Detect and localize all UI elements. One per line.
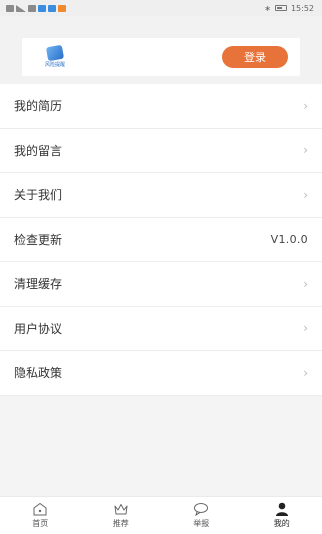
chevron-right-icon: › — [303, 143, 308, 158]
tab-label: 举报 — [193, 519, 210, 528]
tab-label: 首页 — [32, 519, 49, 528]
home-icon — [32, 502, 48, 516]
bottom-tab-bar: 首页 推荐 举报 我的 — [0, 496, 322, 534]
menu-item-label: 隐私政策 — [14, 366, 63, 381]
chevron-right-icon: › — [303, 98, 308, 113]
tab-mine[interactable]: 我的 — [252, 502, 312, 529]
login-card: 风险提醒 登录 — [22, 38, 300, 76]
login-button[interactable]: 登录 — [222, 46, 288, 68]
status-icons-right: ∗ 15:52 — [264, 4, 314, 13]
menu-item-privacy-policy[interactable]: 隐私政策 › — [0, 351, 322, 396]
chevron-right-icon: › — [303, 365, 308, 380]
tab-home[interactable]: 首页 — [10, 502, 70, 529]
menu-item-user-agreement[interactable]: 用户协议 › — [0, 307, 322, 351]
menu-item-label: 关于我们 — [14, 188, 63, 203]
version-value: V1.0.0 — [270, 232, 308, 246]
chevron-right-icon: › — [303, 187, 308, 202]
menu-item-messages[interactable]: 我的留言 › — [0, 129, 322, 173]
menu-item-label: 我的简历 — [14, 99, 63, 114]
bluetooth-icon: ∗ — [264, 3, 271, 13]
profile-header: 风险提醒 登录 — [0, 16, 322, 84]
menu-item-label: 清理缓存 — [14, 277, 63, 292]
chat-bubble-icon — [193, 502, 209, 516]
tab-label: 我的 — [273, 519, 290, 528]
notification-icon — [6, 4, 14, 12]
status-time: 15:52 — [290, 3, 314, 13]
app-notification-icon — [38, 4, 46, 12]
battery-icon — [274, 5, 287, 11]
tab-recommend[interactable]: 推荐 — [91, 502, 151, 529]
menu-item-label: 用户协议 — [14, 321, 63, 336]
status-icons-left — [6, 4, 66, 12]
menu-item-resume[interactable]: 我的简历 › — [0, 84, 322, 129]
menu-item-clear-cache[interactable]: 清理缓存 › — [0, 262, 322, 307]
menu-item-label: 我的留言 — [14, 143, 63, 158]
status-bar: ∗ 15:52 — [0, 0, 322, 16]
wifi-icon — [28, 4, 36, 12]
app-logo: 风险提醒 — [38, 44, 72, 70]
tab-report[interactable]: 举报 — [171, 502, 231, 529]
logo-text: 风险提醒 — [44, 62, 65, 68]
menu-item-about[interactable]: 关于我们 › — [0, 173, 322, 218]
chevron-right-icon: › — [303, 276, 308, 291]
chevron-right-icon: › — [303, 321, 308, 336]
user-icon — [274, 502, 290, 516]
app-notification-icon — [58, 4, 66, 12]
app-notification-icon — [48, 4, 56, 12]
menu-item-check-update[interactable]: 检查更新 V1.0.0 — [0, 218, 322, 262]
signal-icon — [16, 4, 26, 12]
crown-icon — [113, 502, 129, 516]
menu-item-label: 检查更新 — [14, 232, 63, 247]
settings-menu: 我的简历 › 我的留言 › 关于我们 › 检查更新 V1.0.0 清理缓存 › … — [0, 84, 322, 396]
tab-label: 推荐 — [112, 519, 129, 528]
logo-icon — [45, 44, 65, 62]
